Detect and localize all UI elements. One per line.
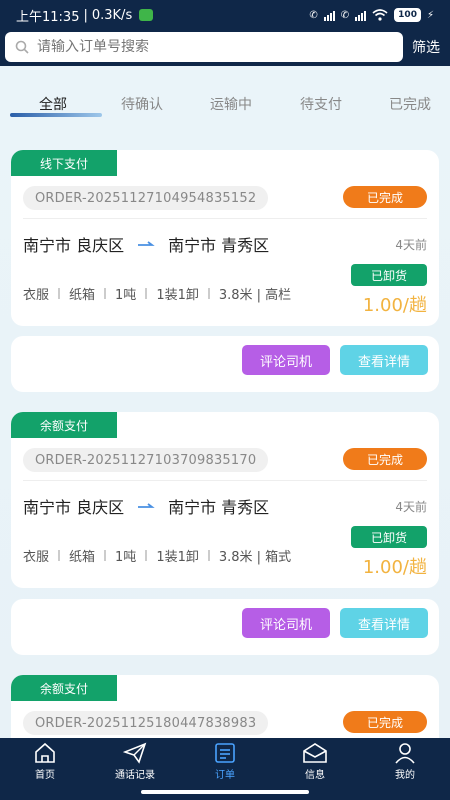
review-driver-button[interactable]: 评论司机 <box>242 608 330 638</box>
status-bar: 上午11:35 | 0.3K/s ✆ ✆ 100 ⚡ <box>0 0 450 30</box>
weight: 1吨 <box>115 550 137 565</box>
user-icon <box>395 743 415 764</box>
truck-spec: 3.8米 | 箱式 <box>218 550 292 565</box>
spec-separator <box>58 288 61 299</box>
spec-separator <box>104 288 107 299</box>
divider <box>23 480 427 481</box>
load-unload: 1装1卸 <box>156 288 199 303</box>
packaging: 纸箱 <box>69 288 96 303</box>
payment-type-tag: 线下支付 <box>11 150 117 176</box>
search-input[interactable] <box>37 39 393 55</box>
nav-label: 订单 <box>215 770 235 781</box>
tab-in-transit[interactable]: 运输中 <box>210 94 252 114</box>
origin: 南宁市 良庆区 <box>23 236 125 255</box>
spec-separator <box>145 550 148 561</box>
spec-separator <box>207 550 210 561</box>
price: 1.00/趟 <box>362 557 427 578</box>
cargo-type: 衣服 <box>23 550 50 565</box>
order-actions: 评论司机 查看详情 <box>11 599 439 655</box>
battery-icon: 100 <box>394 8 421 22</box>
wifi-icon <box>372 9 388 21</box>
tab-completed[interactable]: 已完成 <box>389 94 431 114</box>
nav-label: 信息 <box>305 770 325 781</box>
order-card[interactable]: 线下支付 ORDER-20251127104954835152 已完成 南宁市 … <box>11 150 439 326</box>
order-number: ORDER-20251127103709835170 <box>23 448 269 472</box>
filter-button[interactable]: 筛选 <box>412 37 440 57</box>
nav-profile[interactable]: 我的 <box>360 742 450 781</box>
nav-label: 通话记录 <box>115 770 155 781</box>
divider <box>23 218 427 219</box>
hd-call-icon-2: ✆ <box>340 9 350 21</box>
nav-call-records[interactable]: 通话记录 <box>90 742 180 781</box>
order-status-badge: 已完成 <box>343 448 427 470</box>
arrow-right-icon <box>124 240 168 248</box>
time-ago: 4天前 <box>395 238 427 252</box>
nav-orders[interactable]: 订单 <box>180 742 270 781</box>
envelope-icon <box>303 743 327 763</box>
spec-separator <box>145 288 148 299</box>
spec-separator <box>207 288 210 299</box>
search-row: 筛选 <box>0 30 450 64</box>
clock: 上午11:35 <box>16 9 80 25</box>
home-icon <box>35 742 55 763</box>
status-right: ✆ ✆ 100 ⚡ <box>309 8 434 22</box>
payment-type-tag: 余额支付 <box>11 412 117 438</box>
view-detail-button[interactable]: 查看详情 <box>340 608 428 638</box>
packaging: 纸箱 <box>69 550 96 565</box>
arrow-right-icon <box>124 502 168 510</box>
order-card[interactable]: 余额支付 ORDER-20251125180447838983 已完成 <box>11 675 439 738</box>
unload-status-badge: 已卸货 <box>351 264 427 286</box>
order-number: ORDER-20251125180447838983 <box>23 711 269 735</box>
nav-label: 首页 <box>35 770 55 781</box>
tab-all[interactable]: 全部 <box>39 94 67 114</box>
hd-call-icon: ✆ <box>309 9 318 21</box>
price: 1.00/趟 <box>362 295 427 316</box>
unload-status-badge: 已卸货 <box>351 526 427 548</box>
order-number: ORDER-20251127104954835152 <box>23 186 269 210</box>
active-tab-indicator <box>10 113 102 117</box>
weight: 1吨 <box>115 288 137 303</box>
order-list-area[interactable]: 全部 待确认 运输中 待支付 已完成 线下支付 ORDER-2025112710… <box>0 66 450 738</box>
order-card[interactable]: 余额支付 ORDER-20251127103709835170 已完成 南宁市 … <box>11 412 439 588</box>
separator: | <box>83 7 88 23</box>
tab-pending-payment[interactable]: 待支付 <box>300 94 342 114</box>
nav-label: 我的 <box>395 770 415 781</box>
cargo-type: 衣服 <box>23 288 50 303</box>
destination: 南宁市 青秀区 <box>168 236 270 255</box>
search-box[interactable] <box>5 32 403 62</box>
spec-separator <box>58 550 61 561</box>
load-unload: 1装1卸 <box>156 550 199 565</box>
nav-messages[interactable]: 信息 <box>270 742 360 781</box>
view-detail-button[interactable]: 查看详情 <box>340 345 428 375</box>
wechat-notification-icon <box>139 9 154 21</box>
destination: 南宁市 青秀区 <box>168 498 270 517</box>
status-left: 上午11:35 | 0.3K/s <box>16 6 154 25</box>
truck-spec: 3.8米 | 高栏 <box>218 288 292 303</box>
review-driver-button[interactable]: 评论司机 <box>242 345 330 375</box>
time-ago: 4天前 <box>395 500 427 514</box>
tab-pending-confirm[interactable]: 待确认 <box>121 94 163 114</box>
route: 南宁市 良庆区 南宁市 青秀区 <box>23 494 269 518</box>
search-icon <box>15 40 29 54</box>
payment-type-tag: 余额支付 <box>11 675 117 701</box>
home-indicator <box>141 790 309 794</box>
order-status-badge: 已完成 <box>343 711 427 733</box>
signal-icon-2 <box>355 9 367 21</box>
order-status-badge: 已完成 <box>343 186 427 208</box>
route: 南宁市 良庆区 南宁市 青秀区 <box>23 232 269 256</box>
order-actions: 评论司机 查看详情 <box>11 336 439 392</box>
cargo-specs: 衣服 纸箱 1吨 1装1卸 3.8米 | 高栏 <box>23 284 291 303</box>
charging-icon: ⚡ <box>426 9 434 21</box>
paper-plane-icon <box>123 742 147 764</box>
order-list-icon <box>215 743 235 763</box>
order-tabs: 全部 待确认 运输中 待支付 已完成 <box>0 66 450 138</box>
spec-separator <box>104 550 107 561</box>
origin: 南宁市 良庆区 <box>23 498 125 517</box>
nav-home[interactable]: 首页 <box>0 742 90 781</box>
network-speed: 0.3K/s <box>91 7 133 23</box>
signal-icon <box>323 9 335 21</box>
cargo-specs: 衣服 纸箱 1吨 1装1卸 3.8米 | 箱式 <box>23 546 291 565</box>
